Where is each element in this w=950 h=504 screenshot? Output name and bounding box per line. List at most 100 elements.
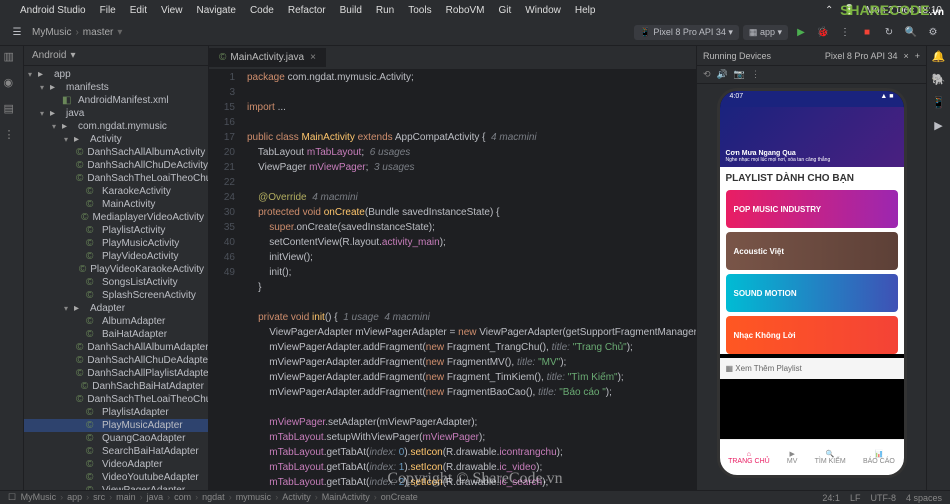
settings-icon[interactable]: ⚙ <box>925 25 941 41</box>
git-branch[interactable]: master <box>83 27 114 38</box>
tree-node-java[interactable]: ▾▸java <box>24 107 208 120</box>
tree-node-videoadapter[interactable]: ©VideoAdapter <box>24 458 208 471</box>
menu-app[interactable]: Android Studio <box>20 5 86 16</box>
volume-icon[interactable]: 🔊 <box>717 69 728 80</box>
tree-node-danhsachbaihatadapter[interactable]: ©DanhSachBaiHatAdapter <box>24 380 208 393</box>
indent[interactable]: 4 spaces <box>906 493 942 503</box>
structure-tool-icon[interactable]: ⋮ <box>4 128 20 144</box>
tree-node-baihatadapter[interactable]: ©BaiHatAdapter <box>24 328 208 341</box>
menu-robovm[interactable]: RoboVM <box>446 5 485 16</box>
menu-code[interactable]: Code <box>250 5 274 16</box>
playlist-item[interactable]: SOUND MOTION <box>726 274 898 312</box>
tree-node-manifests[interactable]: ▾▸manifests <box>24 81 208 94</box>
tree-node-quangcaoadapter[interactable]: ©QuangCaoAdapter <box>24 432 208 445</box>
tree-node-playlistactivity[interactable]: ©PlaylistActivity <box>24 224 208 237</box>
debug-button[interactable]: 🐞 <box>815 25 831 41</box>
tree-node-playvideokaraokeactivity[interactable]: ©PlayVideoKaraokeActivity <box>24 263 208 276</box>
add-device-icon[interactable]: + <box>915 51 920 61</box>
line-separator[interactable]: LF <box>850 493 861 503</box>
nav-home[interactable]: ⌂TRANG CHỦ <box>728 451 770 465</box>
tree-node-danhsachallplaylistadapter[interactable]: ©DanhSachAllPlaylistAdapter <box>24 367 208 380</box>
tree-node-playmusicadapter[interactable]: ©PlayMusicAdapter <box>24 419 208 432</box>
menu-run[interactable]: Run <box>376 5 394 16</box>
nav-report[interactable]: 📊BÁO CÁO <box>863 450 895 465</box>
run-button[interactable]: ▶ <box>793 25 809 41</box>
tree-node-com-ngdat-mymusic[interactable]: ▾▸com.ngdat.mymusic <box>24 120 208 133</box>
file-icon: © <box>219 52 226 63</box>
emulator-screen[interactable]: 4:07▲ ■ Cơn Mưa Ngang Qua Nghe nhạc mọi … <box>717 88 907 478</box>
breadcrumb[interactable]: ☐ MyMusic›app›src›main›java›com›ngdat›my… <box>8 492 420 503</box>
main-menu-icon[interactable]: ☰ <box>9 25 25 41</box>
encoding[interactable]: UTF-8 <box>870 493 896 503</box>
tree-node-karaokeactivity[interactable]: ©KaraokeActivity <box>24 185 208 198</box>
project-tool-icon[interactable]: ▥ <box>4 50 20 66</box>
menu-view[interactable]: View <box>161 5 183 16</box>
menu-edit[interactable]: Edit <box>130 5 147 16</box>
resource-tool-icon[interactable]: ▤ <box>4 102 20 118</box>
tree-node-albumadapter[interactable]: ©AlbumAdapter <box>24 315 208 328</box>
run-config[interactable]: ▦ app ▾ <box>743 25 788 40</box>
view-more-link[interactable]: ▦ Xem Thêm Playlist <box>720 358 904 379</box>
tree-node-app[interactable]: ▾▸app <box>24 68 208 81</box>
notifications-icon[interactable]: 🔔 <box>932 50 946 63</box>
tree-node-danhsachtheloaitheochudeadapter[interactable]: ©DanhSachTheLoaiTheoChuDeAdapter <box>24 393 208 406</box>
tree-node-playlistadapter[interactable]: ©PlaylistAdapter <box>24 406 208 419</box>
git-update-icon[interactable]: ↻ <box>881 25 897 41</box>
device-manager-icon[interactable]: 📱 <box>932 96 946 109</box>
menu-file[interactable]: File <box>100 5 116 16</box>
tree-node-androidmanifest-xml[interactable]: ◧AndroidManifest.xml <box>24 94 208 107</box>
tree-node-mainactivity[interactable]: ©MainActivity <box>24 198 208 211</box>
nav-search[interactable]: 🔍TÌM KIẾM <box>815 450 846 465</box>
running-devices-label: Running Devices <box>703 51 771 61</box>
tree-node-videoyoutubeadapter[interactable]: ©VideoYoutubeAdapter <box>24 471 208 484</box>
cursor-position[interactable]: 24:1 <box>822 493 840 503</box>
search-icon[interactable]: 🔍 <box>903 25 919 41</box>
tree-node-adapter[interactable]: ▾▸Adapter <box>24 302 208 315</box>
tree-node-activity[interactable]: ▾▸Activity <box>24 133 208 146</box>
wifi-icon[interactable]: ⌃ <box>825 5 833 16</box>
close-device-icon[interactable]: × <box>903 51 908 61</box>
tree-node-mediaplayervideoactivity[interactable]: ©MediaplayerVideoActivity <box>24 211 208 224</box>
screenshot-icon[interactable]: 📷 <box>734 69 745 80</box>
sharecode-logo: SHARECODE.vn <box>840 2 944 18</box>
tree-node-danhsachallalbumactivity[interactable]: ©DanhSachAllAlbumActivity <box>24 146 208 159</box>
device-tab[interactable]: Pixel 8 Pro API 34 <box>825 51 898 61</box>
editor-tab[interactable]: © MainActivity.java × <box>209 48 326 67</box>
menu-window[interactable]: Window <box>525 5 561 16</box>
emulator-icon[interactable]: ▶ <box>934 119 942 132</box>
tree-node-danhsachallchudeactivity[interactable]: ©DanhSachAllChuDeActivity <box>24 159 208 172</box>
tree-node-searchbaihatadapter[interactable]: ©SearchBaiHatAdapter <box>24 445 208 458</box>
tree-node-playmusicactivity[interactable]: ©PlayMusicActivity <box>24 237 208 250</box>
stop-button[interactable]: ■ <box>859 25 875 41</box>
commit-tool-icon[interactable]: ◉ <box>4 76 20 92</box>
tree-node-viewpageradapter[interactable]: ©ViewPagerAdapter <box>24 484 208 490</box>
tree-node-danhsachallchudeadapter[interactable]: ©DanhSachAllChuDeAdapter <box>24 354 208 367</box>
code-editor[interactable]: 13151617202122243035404649 package com.n… <box>209 70 696 490</box>
playlist-item[interactable]: Acoustic Việt <box>726 232 898 270</box>
tree-node-songslistactivity[interactable]: ©SongsListActivity <box>24 276 208 289</box>
rotate-icon[interactable]: ⟲ <box>703 69 711 80</box>
menu-help[interactable]: Help <box>575 5 596 16</box>
gradle-icon[interactable]: 🐘 <box>932 73 946 86</box>
close-tab-icon[interactable]: × <box>310 52 316 63</box>
playlist-item[interactable]: Nhạc Không Lời <box>726 316 898 354</box>
device-selector[interactable]: 📱 Pixel 8 Pro API 34 ▾ <box>634 25 739 40</box>
menu-tools[interactable]: Tools <box>408 5 431 16</box>
menu-refactor[interactable]: Refactor <box>288 5 326 16</box>
tree-node-playvideoactivity[interactable]: ©PlayVideoActivity <box>24 250 208 263</box>
tree-node-danhsachtheloaitheochudeactivity[interactable]: ©DanhSachTheLoaiTheoChuDeActivity <box>24 172 208 185</box>
menu-navigate[interactable]: Navigate <box>196 5 235 16</box>
more-actions-icon[interactable]: ⋮ <box>837 25 853 41</box>
nav-mv[interactable]: ▶MV <box>787 450 798 465</box>
more-icon[interactable]: ⋮ <box>751 69 760 80</box>
bottom-nav: ⌂TRANG CHỦ ▶MV 🔍TÌM KIẾM 📊BÁO CÁO <box>720 439 904 475</box>
playlist-item[interactable]: POP MUSIC INDUSTRY <box>726 190 898 228</box>
menu-build[interactable]: Build <box>340 5 362 16</box>
project-name[interactable]: MyMusic <box>32 27 71 38</box>
project-view-selector[interactable]: Android ▾ <box>24 46 208 66</box>
tree-node-splashscreenactivity[interactable]: ©SplashScreenActivity <box>24 289 208 302</box>
tree-node-danhsachallalbumadapter[interactable]: ©DanhSachAllAlbumAdapter <box>24 341 208 354</box>
editor-area: © MainActivity.java × 131516172021222430… <box>209 46 696 490</box>
menu-git[interactable]: Git <box>499 5 512 16</box>
featured-banner[interactable]: Cơn Mưa Ngang Qua Nghe nhạc mọi lúc mọi … <box>720 107 904 167</box>
